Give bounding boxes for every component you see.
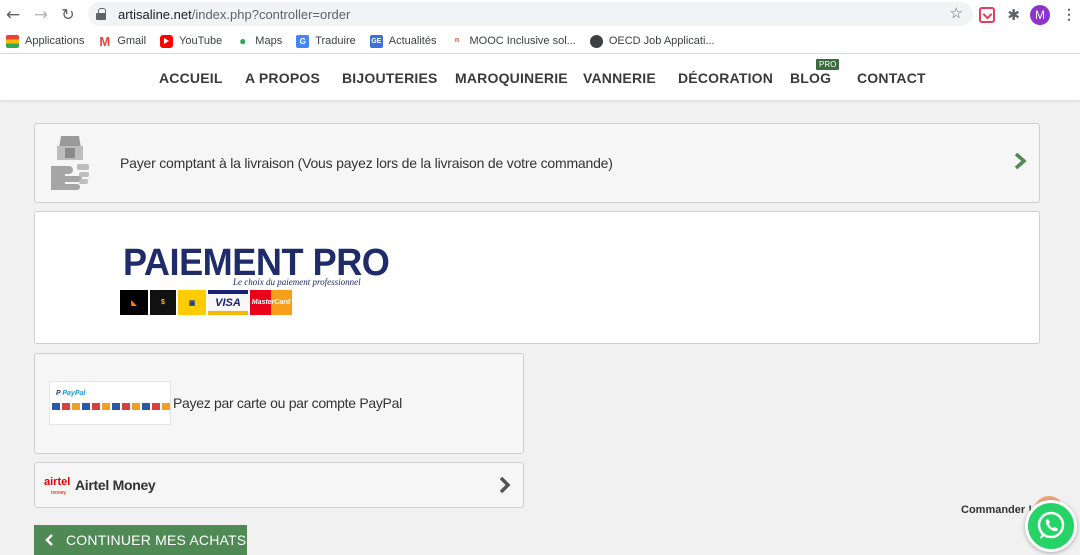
url-domain: artisaline.net [118,6,192,22]
extensions-puzzle-icon[interactable]: ✱ [1007,6,1020,24]
pocket-extension-icon[interactable] [979,6,996,23]
moov-money-logo: $ [150,290,176,315]
whatsapp-icon [1037,511,1065,539]
bookmark-label: Actualités [388,35,437,47]
cash-hand-icon [51,136,89,190]
bookmark-youtube[interactable]: YouTube [160,34,223,48]
nav-contact[interactable]: CONTACT [857,70,926,86]
card-brands-strip [52,403,170,410]
accepted-cards: ◣ $ ▣ VISA MasterCard [120,290,294,315]
payment-option-cash-on-delivery[interactable]: Payer comptant à la livraison (Vous paye… [34,123,1040,203]
blog-pro-badge: PRO [816,59,840,70]
bookmark-label: Gmail [117,35,147,47]
url-path: /index.php?controller=order [191,6,351,22]
continue-shopping-label: CONTINUER MES ACHATS [66,532,247,548]
chevron-right-icon [499,476,511,494]
lock-icon [96,8,106,20]
gmail-icon: M [99,33,111,49]
visa-logo: VISA [208,290,248,315]
payment-option-paiement-pro[interactable]: PAIEMENT PRO Le choix du paiement profes… [34,211,1040,344]
paypal-logo: P PayPal [56,390,86,397]
bookmark-maps[interactable]: ● Maps [236,34,283,48]
address-bar[interactable]: artisaline.net/index.php?controller=orde… [88,2,973,26]
bookmark-label: Maps [255,35,283,47]
cod-label: Payer comptant à la livraison (Vous paye… [120,155,613,171]
orange-money-logo: ◣ [120,290,148,315]
extensions-area: ✱ M ⋮ [979,0,1080,29]
paypal-cards-image: P PayPal [49,381,171,425]
nav-decoration[interactable]: DÉCORATION [678,70,773,86]
maps-pin-icon: ● [239,34,247,48]
whatsapp-button[interactable] [1025,500,1077,552]
nav-a-propos[interactable]: A PROPOS [245,70,320,86]
bookmark-applications[interactable]: Applications [6,34,85,48]
apps-grid-icon [6,34,19,48]
mooc-icon: ⁿ [454,34,460,48]
mastercard-logo: MasterCard [250,290,292,315]
browser-toolbar: ← → ↻ artisaline.net/index.php?controlle… [0,0,1080,29]
youtube-icon [160,34,174,48]
bookmark-oecd[interactable]: OECD Job Applicati... [589,34,715,48]
reload-icon[interactable]: ↻ [58,5,78,25]
bookmark-label: Traduire [315,35,356,47]
oecd-globe-icon [589,34,603,48]
bookmark-traduire[interactable]: G Traduire [296,34,356,48]
bookmark-label: OECD Job Applicati... [608,35,715,47]
news-icon: GE [369,34,383,48]
payment-option-paypal[interactable]: P PayPal Payez par carte ou par compte P… [34,353,524,454]
bookmark-gmail[interactable]: M Gmail [98,33,147,49]
bookmark-mooc[interactable]: ⁿ MOOC Inclusive sol... [450,34,576,48]
airtel-logo: airtel [44,476,71,488]
profile-avatar[interactable]: M [1030,4,1050,25]
airtel-logo-sub: money [51,490,67,496]
translate-icon: G [296,34,310,48]
paiement-pro-slogan: Le choix du paiement professionnel [233,277,361,287]
nav-bijouteries[interactable]: BIJOUTERIES [342,70,438,86]
payment-option-airtel-money[interactable]: airtel money Airtel Money [34,462,524,508]
paypal-label: Payez par carte ou par compte PayPal [173,395,402,411]
chevron-left-icon [45,534,53,546]
bookmarks-bar: Applications M Gmail YouTube ● Maps G Tradu… [0,29,1080,54]
chevron-right-icon [1014,152,1027,170]
url-text: artisaline.net/index.php?controller=orde… [118,7,350,22]
bookmark-label: Applications [25,35,85,47]
nav-vannerie[interactable]: VANNERIE [583,70,656,86]
bookmark-star-icon[interactable]: ☆ [950,4,963,22]
paypal-logo-b: Pal [74,390,86,397]
forward-arrow-icon[interactable]: → [31,5,51,25]
nav-blog[interactable]: BLOG [790,70,831,86]
browser-menu-icon[interactable]: ⋮ [1062,6,1076,23]
continue-shopping-button[interactable]: CONTINUER MES ACHATS [34,525,247,555]
bookmark-label: YouTube [179,35,223,47]
site-navigation: ACCUEIL A PROPOS BIJOUTERIES MAROQUINERI… [0,54,1080,101]
paypal-logo-a: Pay [62,390,75,397]
bookmark-label: MOOC Inclusive sol... [469,35,576,47]
nav-accueil[interactable]: ACCUEIL [159,70,223,86]
back-arrow-icon[interactable]: ← [3,5,23,25]
commander-label[interactable]: Commander ! [961,504,1032,516]
nav-maroquinerie[interactable]: MAROQUINERIE [455,70,568,86]
airtel-label: Airtel Money [75,477,156,493]
mtn-logo: ▣ [178,290,206,315]
bookmark-actualites[interactable]: GE Actualités [369,34,437,48]
